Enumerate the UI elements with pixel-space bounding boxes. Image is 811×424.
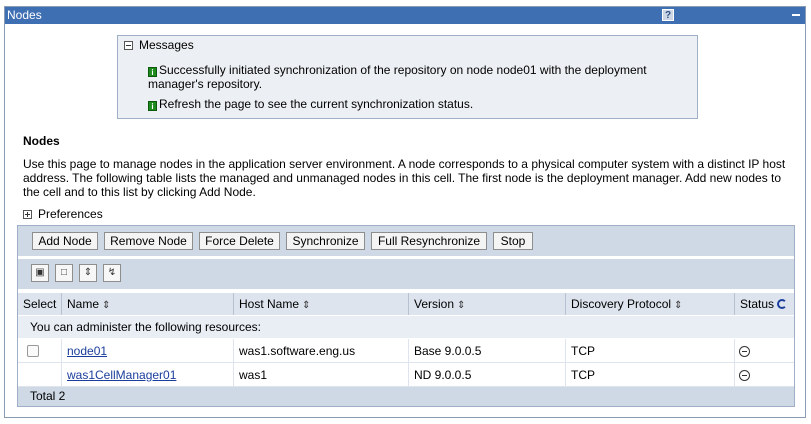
- sort-icon[interactable]: ⇕: [457, 300, 465, 311]
- page-title: Nodes: [23, 134, 60, 148]
- refresh-status-icon[interactable]: [777, 299, 788, 309]
- clear-filter-icon[interactable]: ↯: [103, 264, 121, 282]
- column-header-select: Select: [18, 293, 62, 315]
- table-row-select: [18, 339, 62, 363]
- force-delete-button[interactable]: Force Delete: [199, 232, 280, 250]
- resources-note: You can administer the following resourc…: [18, 316, 794, 338]
- total-count: Total 2: [30, 389, 66, 403]
- button-bar: Add Node Remove Node Force Delete Synchr…: [18, 226, 794, 256]
- help-icon[interactable]: ?: [662, 9, 674, 21]
- column-header-status[interactable]: Status: [735, 293, 794, 315]
- nodes-panel: Nodes ? Messages i Successfully initiated…: [4, 6, 806, 418]
- table-row-version: Base 9.0.0.5: [409, 339, 566, 363]
- node-link[interactable]: was1CellManager01: [67, 368, 176, 382]
- table-row-version: ND 9.0.0.5: [409, 363, 566, 387]
- remove-node-button[interactable]: Remove Node: [104, 232, 193, 250]
- deselect-all-icon[interactable]: □: [55, 264, 73, 282]
- node-link[interactable]: node01: [67, 344, 107, 358]
- table-footer: Total 2: [18, 387, 794, 406]
- page-description: Use this page to manage nodes in the app…: [23, 157, 786, 199]
- sort-icon[interactable]: ⇕: [102, 300, 110, 311]
- messages-header[interactable]: Messages: [124, 38, 194, 52]
- synchronized-status-icon: [739, 370, 750, 381]
- table-row-name: node01: [62, 339, 234, 363]
- table-row-select: [18, 363, 62, 387]
- message-item-continued: manager's repository.: [148, 77, 263, 91]
- table-tools-bar: ▣ □ ⇕ ↯: [18, 259, 794, 289]
- column-header-name[interactable]: Name ⇕: [62, 293, 234, 315]
- table-row-host: was1.software.eng.us: [234, 339, 409, 363]
- table-row-host: was1: [234, 363, 409, 387]
- title-bar: Nodes ?: [5, 7, 805, 24]
- synchronize-button[interactable]: Synchronize: [286, 232, 365, 250]
- select-all-icon[interactable]: ▣: [31, 264, 49, 282]
- table-row-status: [735, 339, 794, 363]
- row-checkbox[interactable]: [27, 345, 39, 357]
- table-row-name: was1CellManager01: [62, 363, 234, 387]
- collapse-icon[interactable]: [124, 41, 133, 51]
- column-header-discovery-protocol[interactable]: Discovery Protocol ⇕: [566, 293, 735, 315]
- message-item: i Successfully initiated synchronization …: [148, 63, 647, 77]
- full-resynchronize-button[interactable]: Full Resynchronize: [371, 232, 487, 250]
- table-row-protocol: TCP: [566, 363, 735, 387]
- table-row-protocol: TCP: [566, 339, 735, 363]
- minimize-icon[interactable]: [792, 14, 800, 16]
- messages-box: Messages i Successfully initiated synchro…: [117, 35, 698, 119]
- panel-title: Nodes: [7, 8, 42, 22]
- preferences-toggle[interactable]: Preferences: [23, 207, 103, 221]
- info-icon: i: [148, 101, 157, 111]
- stop-button[interactable]: Stop: [493, 232, 533, 250]
- show-filter-icon[interactable]: ⇕: [79, 264, 97, 282]
- synchronized-status-icon: [739, 346, 750, 357]
- column-header-version[interactable]: Version ⇕: [409, 293, 566, 315]
- info-icon: i: [148, 67, 157, 77]
- message-item: i Refresh the page to see the current syn…: [148, 97, 473, 111]
- sort-icon[interactable]: ⇕: [302, 300, 310, 311]
- table-row-status: [735, 363, 794, 387]
- expand-icon[interactable]: [23, 210, 32, 220]
- nodes-collection: Add Node Remove Node Force Delete Synchr…: [17, 225, 795, 407]
- add-node-button[interactable]: Add Node: [32, 232, 98, 250]
- column-header-host-name[interactable]: Host Name ⇕: [234, 293, 409, 315]
- sort-icon[interactable]: ⇕: [674, 300, 682, 311]
